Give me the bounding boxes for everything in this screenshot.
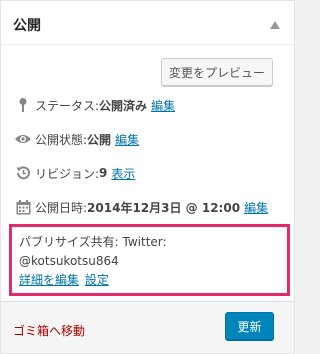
revisions-row: リビジョン: 9 表示	[13, 162, 135, 184]
publicize-account: @kotsukotsu864	[19, 254, 119, 268]
history-icon	[13, 164, 33, 182]
major-publishing-actions: ゴミ箱へ移動 更新	[1, 301, 294, 353]
move-to-trash-link[interactable]: ゴミ箱へ移動	[13, 322, 85, 339]
revisions-view-link[interactable]: 表示	[111, 165, 135, 182]
schedule-value: 2014年12月3日 @ 12:00	[87, 200, 241, 215]
visibility-value: 公開	[87, 132, 112, 147]
publicize-section: パブリサイズ共有: Twitter: @kotsukotsu864 詳細を編集 …	[9, 224, 290, 296]
schedule-row: 公開日時: 2014年12月3日 @ 12:00 編集	[13, 196, 268, 218]
status-value: 公開済み	[99, 98, 148, 113]
preview-changes-button[interactable]: 変更をプレビュー	[161, 58, 273, 86]
update-button[interactable]: 更新	[225, 312, 274, 340]
schedule-label: 公開日時:	[35, 200, 88, 215]
status-row: ステータス: 公開済み 編集	[13, 94, 175, 116]
publish-box: 公開 変更をプレビュー ステータス: 公開済み 編集 公開状態: 公開 編集 リ…	[0, 0, 295, 354]
pin-icon	[13, 96, 33, 114]
revisions-label: リビジョン:	[35, 166, 100, 181]
visibility-label: 公開状態:	[35, 132, 88, 147]
publicize-links: 詳細を編集 設定	[19, 271, 287, 290]
collapse-triangle-icon[interactable]	[270, 18, 280, 29]
publish-box-header[interactable]: 公開	[1, 1, 294, 45]
publicize-settings-link[interactable]: 設定	[85, 273, 109, 287]
calendar-icon	[13, 198, 33, 216]
revisions-count: 9	[99, 166, 108, 180]
eye-icon	[13, 130, 33, 148]
publicize-edit-details-link[interactable]: 詳細を編集	[19, 273, 79, 287]
status-edit-link[interactable]: 編集	[151, 97, 175, 114]
box-title: 公開	[13, 18, 41, 34]
publicize-service-line: パブリサイズ共有: Twitter:	[19, 235, 167, 249]
status-label: ステータス:	[35, 98, 100, 113]
visibility-edit-link[interactable]: 編集	[115, 131, 139, 148]
visibility-row: 公開状態: 公開 編集	[13, 128, 139, 150]
schedule-edit-link[interactable]: 編集	[244, 199, 268, 216]
